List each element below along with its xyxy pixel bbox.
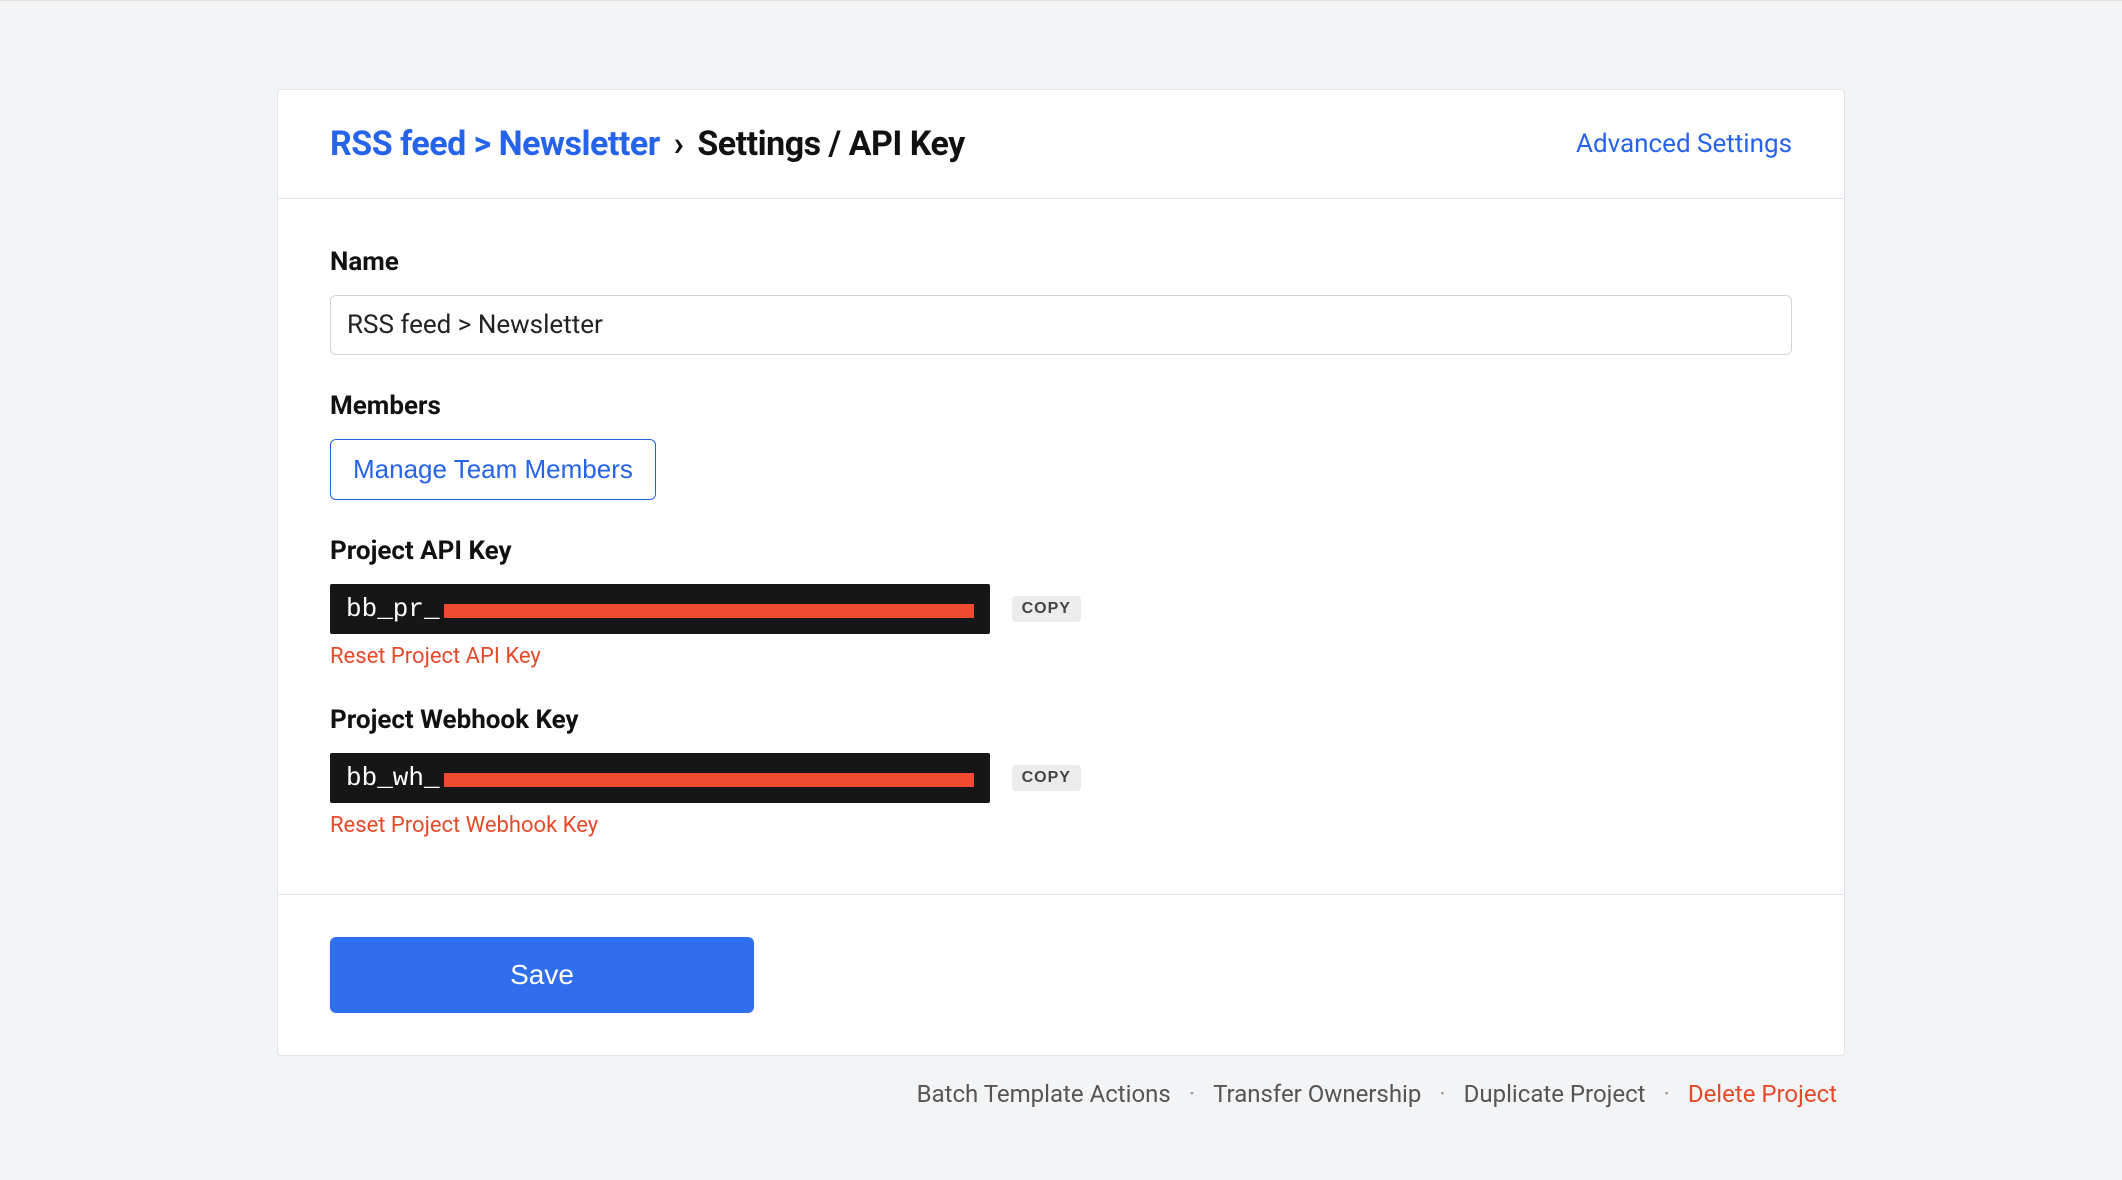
copy-api-key-button[interactable]: COPY bbox=[1012, 596, 1081, 622]
breadcrumb-project-link[interactable]: RSS feed > Newsletter bbox=[330, 124, 660, 164]
card-footer: Save bbox=[278, 895, 1844, 1055]
members-label: Members bbox=[330, 391, 1792, 421]
delete-project-link[interactable]: Delete Project bbox=[1688, 1080, 1837, 1108]
webhook-key-value[interactable]: bb_wh_ bbox=[330, 753, 990, 803]
api-key-label: Project API Key bbox=[330, 536, 1792, 566]
api-key-value[interactable]: bb_pr_ bbox=[330, 584, 990, 634]
duplicate-project-link[interactable]: Duplicate Project bbox=[1464, 1080, 1646, 1108]
transfer-ownership-link[interactable]: Transfer Ownership bbox=[1213, 1080, 1421, 1108]
api-key-prefix: bb_pr_ bbox=[346, 594, 440, 624]
settings-card: RSS feed > Newsletter › Settings / API K… bbox=[277, 89, 1845, 1056]
separator-dot: · bbox=[1439, 1080, 1445, 1108]
api-key-row: bb_pr_ COPY bbox=[330, 584, 1792, 634]
card-header: RSS feed > Newsletter › Settings / API K… bbox=[278, 90, 1844, 199]
webhook-key-prefix: bb_wh_ bbox=[346, 763, 440, 793]
reset-api-key-link[interactable]: Reset Project API Key bbox=[330, 644, 541, 669]
manage-team-members-button[interactable]: Manage Team Members bbox=[330, 439, 656, 500]
reset-webhook-key-link[interactable]: Reset Project Webhook Key bbox=[330, 813, 598, 838]
webhook-key-redaction bbox=[444, 773, 974, 787]
webhook-key-label: Project Webhook Key bbox=[330, 705, 1792, 735]
batch-template-actions-link[interactable]: Batch Template Actions bbox=[917, 1080, 1171, 1108]
breadcrumb-current: Settings / API Key bbox=[697, 124, 964, 164]
name-input[interactable] bbox=[330, 295, 1792, 355]
separator-dot: · bbox=[1664, 1080, 1670, 1108]
card-body: Name Members Manage Team Members Project… bbox=[278, 199, 1844, 895]
name-label: Name bbox=[330, 247, 1792, 277]
breadcrumb-separator: › bbox=[668, 124, 690, 164]
save-button[interactable]: Save bbox=[330, 937, 754, 1013]
separator-dot: · bbox=[1189, 1080, 1195, 1108]
api-key-redaction bbox=[444, 604, 974, 618]
copy-webhook-key-button[interactable]: COPY bbox=[1012, 765, 1081, 791]
breadcrumb: RSS feed > Newsletter › Settings / API K… bbox=[330, 124, 965, 164]
advanced-settings-link[interactable]: Advanced Settings bbox=[1576, 129, 1792, 159]
footer-actions: Batch Template Actions · Transfer Owners… bbox=[277, 1080, 1845, 1108]
webhook-key-row: bb_wh_ COPY bbox=[330, 753, 1792, 803]
